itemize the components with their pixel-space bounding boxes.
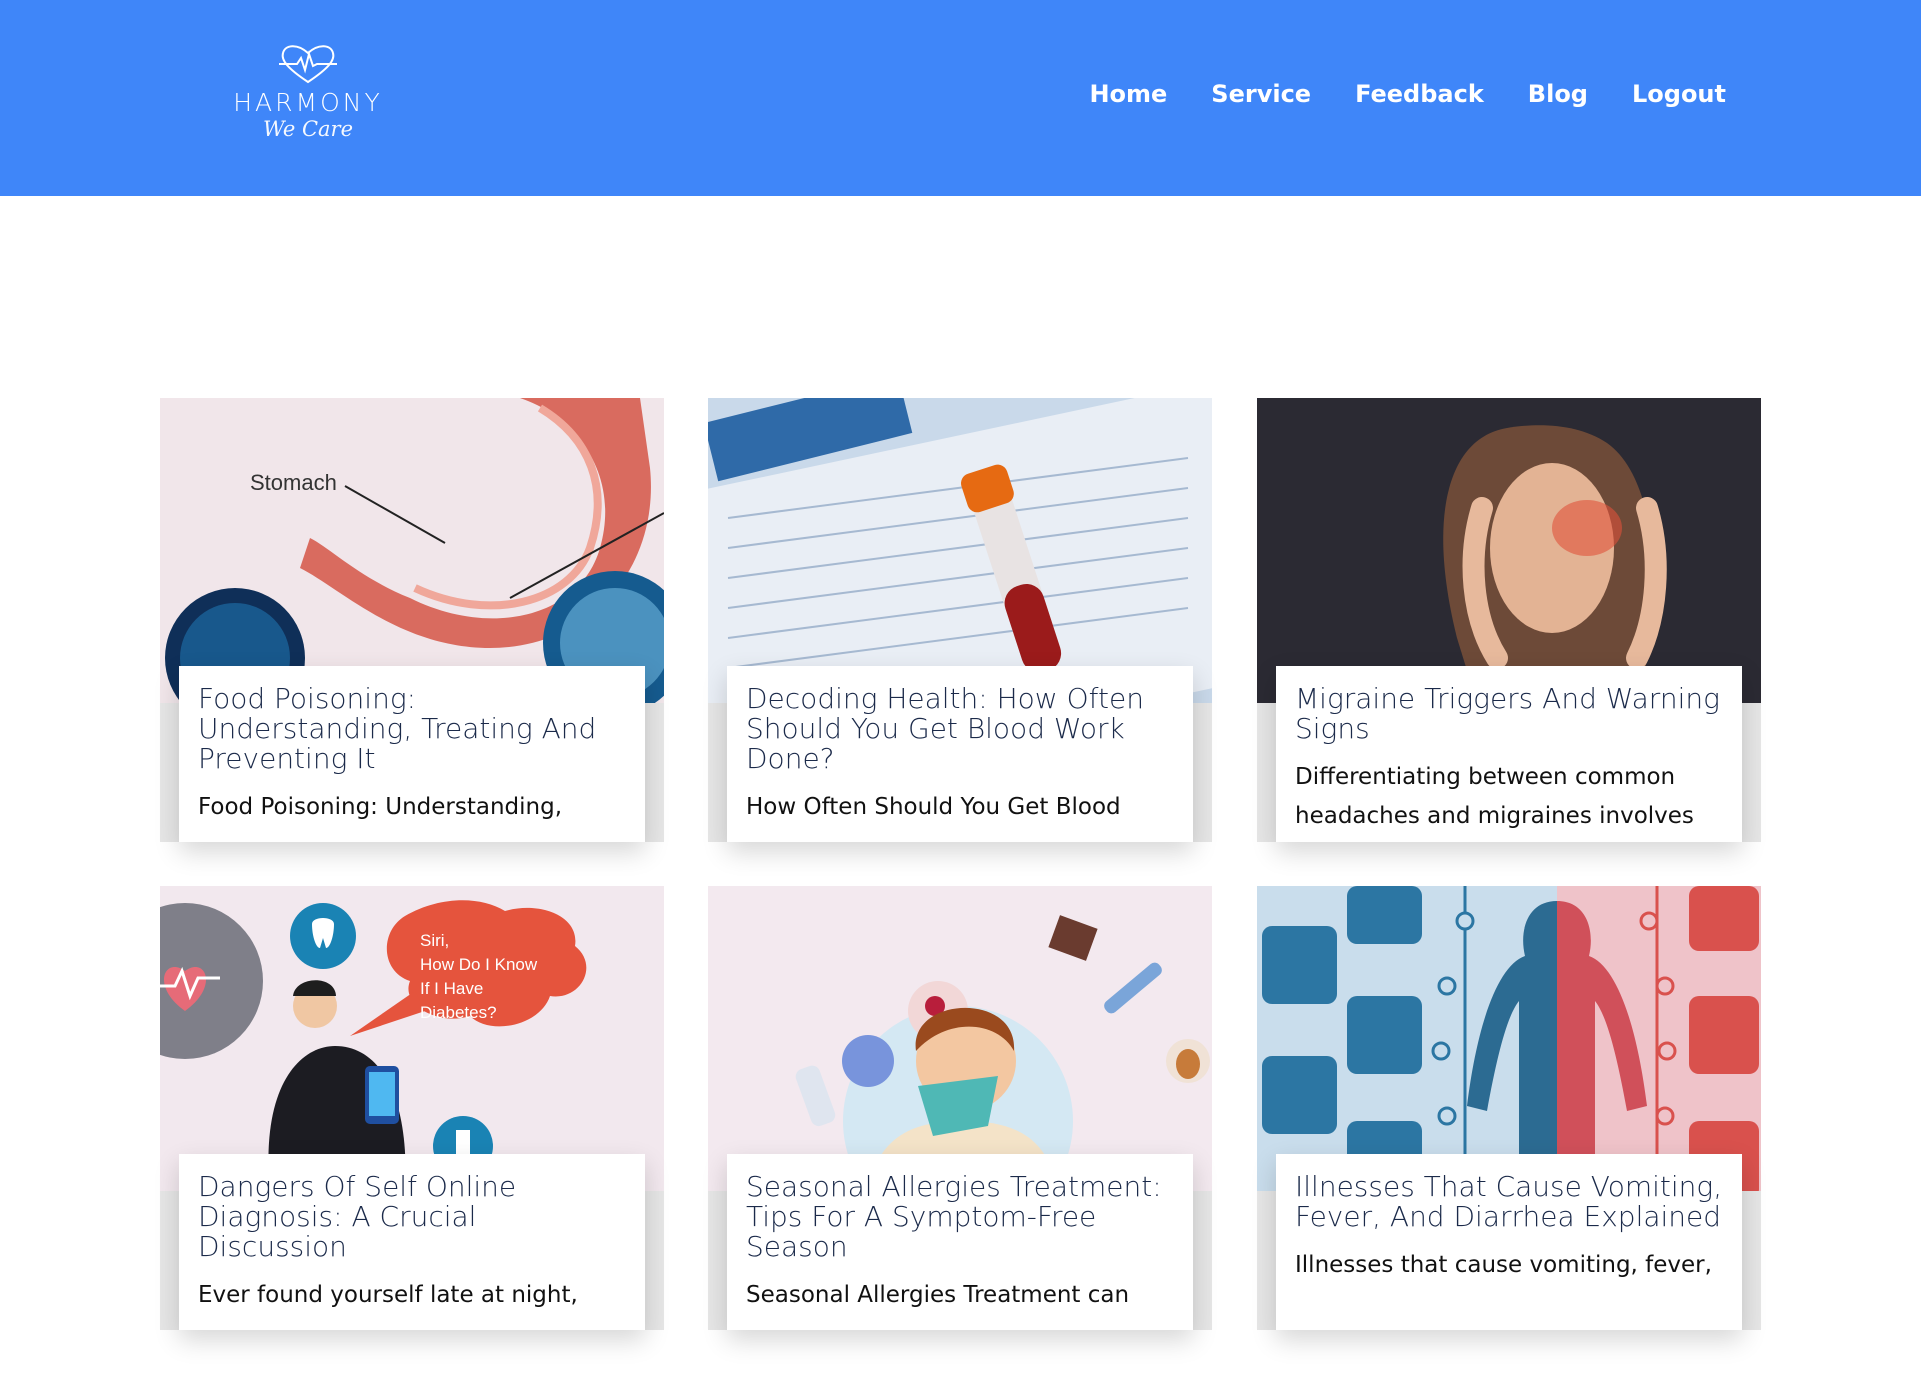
post-excerpt: Differentiating between common headaches… [1295,764,1694,829]
harmony-logo[interactable]: HARMONY We Care [228,42,388,160]
post-title[interactable]: Seasonal Allergies Treatment: Tips For A… [746,1172,1174,1262]
nav-home-link[interactable]: Home [1089,80,1167,108]
symptoms-infographic[interactable] [1257,886,1761,1191]
post-excerpt: Ever found yourself late at night, [198,1282,578,1308]
nav-blog-link[interactable]: Blog [1528,80,1588,108]
blog-card[interactable]: Seasonal Allergies Treatment: Tips For A… [708,886,1212,1330]
post-title[interactable]: Illnesses That Cause Vomiting, Fever, An… [1295,1172,1723,1232]
blog-card[interactable]: Migraine Triggers And Warning Signs Diff… [1257,398,1761,842]
blog-card[interactable]: Illnesses That Cause Vomiting, Fever, An… [1257,886,1761,1330]
post-excerpt: Food Poisoning: Understanding, [198,794,563,820]
logo-name: HARMONY [233,88,383,117]
post-title[interactable]: Food Poisoning: Understanding, Treating … [198,684,626,774]
main-nav: Home Service Feedback Blog Logout [1089,80,1726,108]
card-info: Decoding Health: How Often Should You Ge… [727,666,1193,842]
post-excerpt: Illnesses that cause vomiting, fever, [1295,1252,1712,1278]
post-title[interactable]: Decoding Health: How Often Should You Ge… [746,684,1174,774]
blog-card[interactable]: Decoding Health: How Often Should You Ge… [708,398,1212,842]
nav-service-link[interactable]: Service [1211,80,1311,108]
nav-logout-link[interactable]: Logout [1632,80,1726,108]
blog-card[interactable]: Siri, How Do I Know If I Have Diabetes? … [160,886,664,1330]
woman-headache-photo[interactable] [1257,398,1761,703]
card-info: Seasonal Allergies Treatment: Tips For A… [727,1154,1193,1330]
site-header: HARMONY We Care Home Service Feedback Bl… [0,0,1921,196]
heart-pulse-icon [279,45,337,84]
sneezing-boy-illustration[interactable] [708,886,1212,1191]
card-info: Migraine Triggers And Warning Signs Diff… [1276,666,1742,842]
man-with-phone-illustration[interactable]: Siri, How Do I Know If I Have Diabetes? [160,886,664,1191]
post-excerpt: Seasonal Allergies Treatment can [746,1282,1130,1308]
post-title[interactable]: Dangers Of Self Online Diagnosis: A Cruc… [198,1172,626,1262]
blood-test-tube-photo[interactable] [708,398,1212,703]
logo-tagline: We Care [262,117,354,141]
card-info: Illnesses That Cause Vomiting, Fever, An… [1276,1154,1742,1330]
card-info: Dangers Of Self Online Diagnosis: A Cruc… [179,1154,645,1330]
nav-feedback-link[interactable]: Feedback [1355,80,1484,108]
card-info: Food Poisoning: Understanding, Treating … [179,666,645,842]
post-title[interactable]: Migraine Triggers And Warning Signs [1295,684,1723,744]
stomach-illustration[interactable]: Stomach [160,398,664,703]
stomach-label: Stomach [250,470,337,495]
post-excerpt: How Often Should You Get Blood [746,794,1121,820]
blog-card[interactable]: Stomach Food Poisoning: Understanding, T… [160,398,664,842]
